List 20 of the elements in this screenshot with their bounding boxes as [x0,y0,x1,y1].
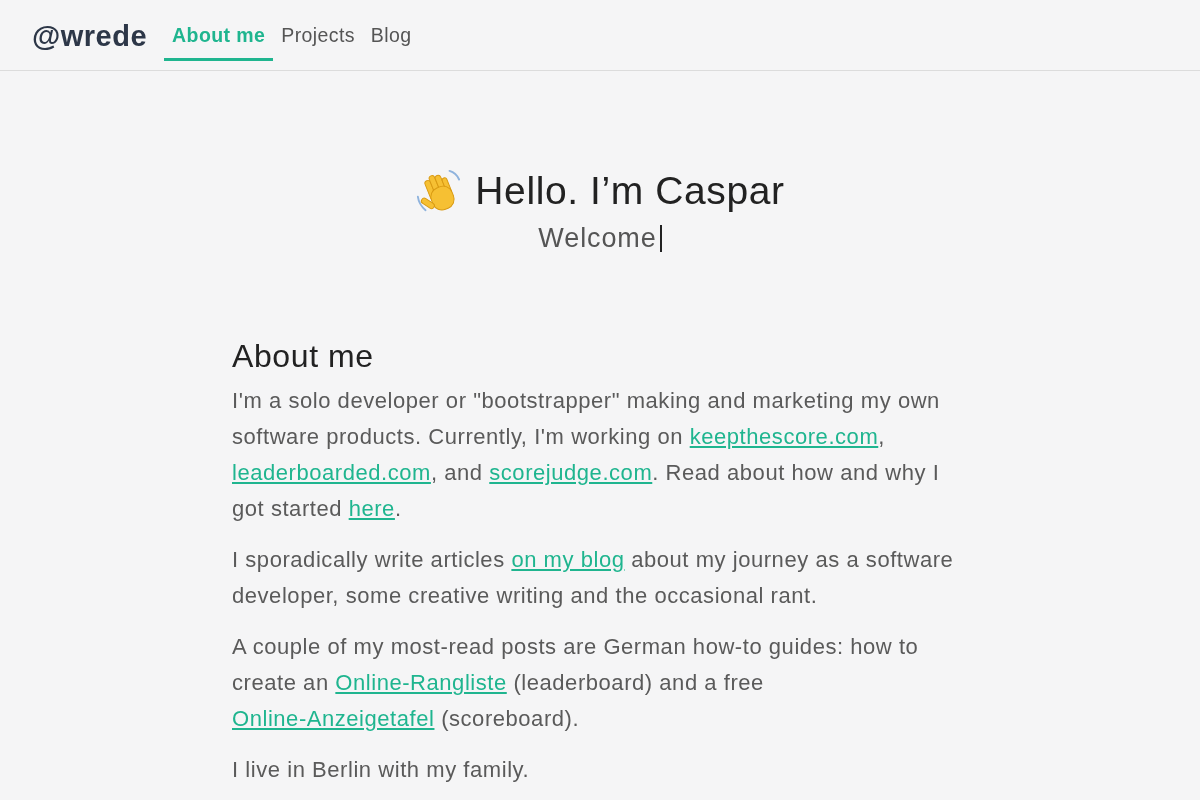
paragraph: A couple of my most-read posts are German how-to guides: how to create an Online-Rangliste (leaderboard) and a free Online-Anzeigetafel (scoreboard). [232,633,920,733]
text-link[interactable]: here [348,496,395,521]
nav-tab[interactable]: Projects [273,0,363,61]
paragraph: I'm a solo developer or "bootstrapper" making and marketing my own software products. Currently, I'm working on keepthescore.com, leaderboarded.com, and scorejudge.com. Read about how and why I got started here. [232,387,941,523]
paragraph: I live in Berlin with my family. [232,756,531,784]
text-cursor-icon [659,225,662,252]
welcome-subtitle: Welcome [538,223,657,254]
text-link[interactable]: keepthescore.com [689,424,879,449]
site-logo[interactable]: @wrede [32,19,148,53]
nav-tab[interactable]: About me [164,0,274,61]
page-title: Hello. I’m Caspar [475,169,785,213]
text-link[interactable]: on my blog [511,547,625,572]
text-link[interactable]: Online-Rangliste [335,670,507,695]
nav-tab[interactable]: Blog [362,0,420,61]
section-heading: About me [232,337,375,375]
text-link[interactable]: scorejudge.com [489,460,653,485]
waving-hand-icon [415,168,462,214]
paragraph: I sporadically write articles on my blog about my journey as a software developer, some creative writing and the occasional rant. [232,546,955,610]
text-link[interactable]: Online-Anzeigetafel [232,706,435,731]
text-link[interactable]: leaderboarded.com [232,460,431,485]
